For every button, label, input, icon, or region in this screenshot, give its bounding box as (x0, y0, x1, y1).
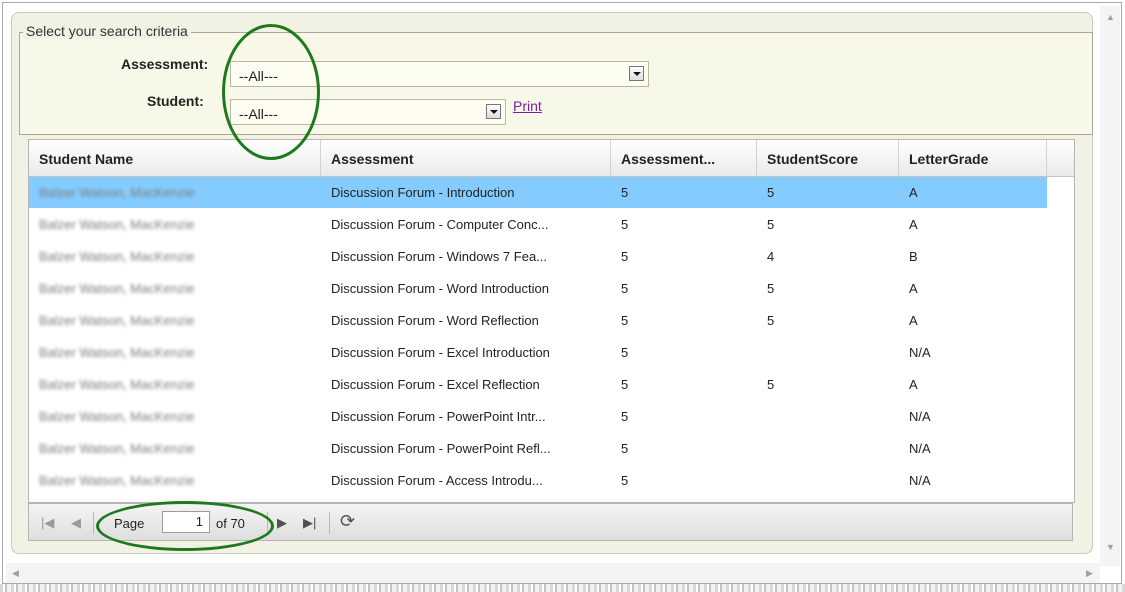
cell-assessment: Discussion Forum - Computer Conc... (331, 217, 549, 232)
cell-assessment-points: 5 (621, 345, 629, 360)
cell-letter-grade: A (909, 185, 918, 200)
cell-student-score: 5 (767, 281, 775, 296)
cell-assessment: Discussion Forum - Windows 7 Fea... (331, 249, 548, 264)
cell-student-score: 5 (767, 217, 775, 232)
cell-assessment-points: 5 (621, 377, 629, 392)
assessment-label: Assessment: (121, 56, 209, 72)
column-header-letter-grade[interactable]: LetterGrade (899, 140, 1047, 176)
results-grid: Student Name Assessment Assessment... St… (28, 139, 1075, 503)
table-row[interactable]: Balzer Watson, MacKenzie Discussion Forum… (29, 401, 1047, 432)
cell-student-name: Balzer Watson, MacKenzie (39, 441, 195, 456)
cell-student-score (757, 433, 899, 464)
cell-student-name: Balzer Watson, MacKenzie (39, 281, 195, 296)
highlight-ring-filters (222, 24, 320, 160)
student-label: Student: (147, 93, 204, 109)
cell-student-name: Balzer Watson, MacKenzie (39, 185, 195, 200)
cell-assessment-points: 5 (621, 409, 629, 424)
cell-student-name: Balzer Watson, MacKenzie (39, 249, 195, 264)
cell-assessment: Discussion Forum - Access Introdu... (331, 473, 543, 488)
last-page-icon[interactable]: ▶| (303, 515, 316, 531)
cell-student-score: 5 (767, 377, 775, 392)
cell-student-score (757, 337, 899, 368)
table-row[interactable]: Balzer Watson, MacKenzie Discussion Forum… (29, 177, 1047, 208)
cell-assessment-points: 5 (621, 249, 629, 264)
cell-assessment: Discussion Forum - Word Reflection (331, 313, 539, 328)
cell-student-score (757, 465, 899, 496)
cell-letter-grade: A (909, 217, 918, 232)
toolbar-divider (329, 512, 330, 534)
next-page-icon[interactable]: ▶ (277, 515, 287, 531)
cell-student-name: Balzer Watson, MacKenzie (39, 377, 195, 392)
cell-assessment: Discussion Forum - Excel Reflection (331, 377, 540, 392)
cell-letter-grade: B (909, 249, 918, 264)
scroll-up-icon[interactable]: ▲ (1106, 12, 1115, 22)
torn-edge-decoration (0, 584, 1125, 592)
cell-student-name: Balzer Watson, MacKenzie (39, 345, 195, 360)
scroll-down-icon[interactable]: ▼ (1106, 542, 1115, 552)
cell-letter-grade: A (909, 377, 918, 392)
cell-assessment: Discussion Forum - Word Introduction (331, 281, 549, 296)
previous-page-icon[interactable]: ◀ (71, 515, 81, 531)
cell-student-score (757, 401, 899, 432)
toolbar-divider (93, 512, 94, 534)
table-row[interactable]: Balzer Watson, MacKenzie Discussion Forum… (29, 273, 1047, 304)
cell-letter-grade: N/A (909, 473, 931, 488)
cell-student-name: Balzer Watson, MacKenzie (39, 409, 195, 424)
table-row[interactable]: Balzer Watson, MacKenzie Discussion Forum… (29, 369, 1047, 400)
scroll-right-icon[interactable]: ▶ (1086, 568, 1093, 579)
cell-letter-grade: N/A (909, 345, 931, 360)
cell-assessment-points: 5 (621, 217, 629, 232)
cell-student-name: Balzer Watson, MacKenzie (39, 313, 195, 328)
cell-assessment: Discussion Forum - PowerPoint Intr... (331, 409, 546, 424)
cell-letter-grade: A (909, 313, 918, 328)
table-row[interactable]: Balzer Watson, MacKenzie Discussion Forum… (29, 241, 1047, 272)
cell-student-score: 4 (767, 249, 775, 264)
cell-assessment-points: 5 (621, 185, 629, 200)
grid-header: Student Name Assessment Assessment... St… (29, 140, 1074, 177)
cell-assessment-points: 5 (621, 281, 629, 296)
highlight-ring-pager (96, 501, 274, 551)
cell-letter-grade: A (909, 281, 918, 296)
criteria-legend: Select your search criteria (23, 23, 191, 39)
horizontal-scrollbar[interactable]: ◀ ▶ (6, 563, 1100, 583)
table-row[interactable]: Balzer Watson, MacKenzie Discussion Forum… (29, 337, 1047, 368)
chevron-down-icon[interactable] (629, 66, 644, 81)
table-row[interactable]: Balzer Watson, MacKenzie Discussion Forum… (29, 465, 1047, 496)
table-row[interactable]: Balzer Watson, MacKenzie Discussion Forum… (29, 209, 1047, 240)
cell-student-name: Balzer Watson, MacKenzie (39, 217, 195, 232)
refresh-icon[interactable]: ⟳ (340, 511, 355, 532)
print-link[interactable]: Print (513, 98, 542, 114)
column-header-assessment[interactable]: Assessment (321, 140, 611, 176)
cell-student-score: 5 (767, 313, 775, 328)
vertical-scrollbar[interactable]: ▲ ▼ (1100, 6, 1120, 566)
cell-assessment: Discussion Forum - Introduction (331, 185, 515, 200)
column-header-assessment-points[interactable]: Assessment... (611, 140, 757, 176)
report-window: Select your search criteria Assessment: … (2, 2, 1122, 584)
cell-assessment-points: 5 (621, 473, 629, 488)
cell-assessment-points: 5 (621, 313, 629, 328)
chevron-down-icon[interactable] (486, 104, 501, 119)
table-row[interactable]: Balzer Watson, MacKenzie Discussion Forum… (29, 433, 1047, 464)
cell-letter-grade: N/A (909, 441, 931, 456)
cell-letter-grade: N/A (909, 409, 931, 424)
cell-assessment: Discussion Forum - Excel Introduction (331, 345, 550, 360)
scroll-left-icon[interactable]: ◀ (12, 568, 19, 579)
table-row[interactable]: Balzer Watson, MacKenzie Discussion Forum… (29, 305, 1047, 336)
first-page-icon[interactable]: |◀ (41, 515, 54, 531)
cell-student-name: Balzer Watson, MacKenzie (39, 473, 195, 488)
column-header-student-score[interactable]: StudentScore (757, 140, 899, 176)
cell-assessment: Discussion Forum - PowerPoint Refl... (331, 441, 551, 456)
cell-assessment-points: 5 (621, 441, 629, 456)
cell-student-score: 5 (767, 185, 775, 200)
